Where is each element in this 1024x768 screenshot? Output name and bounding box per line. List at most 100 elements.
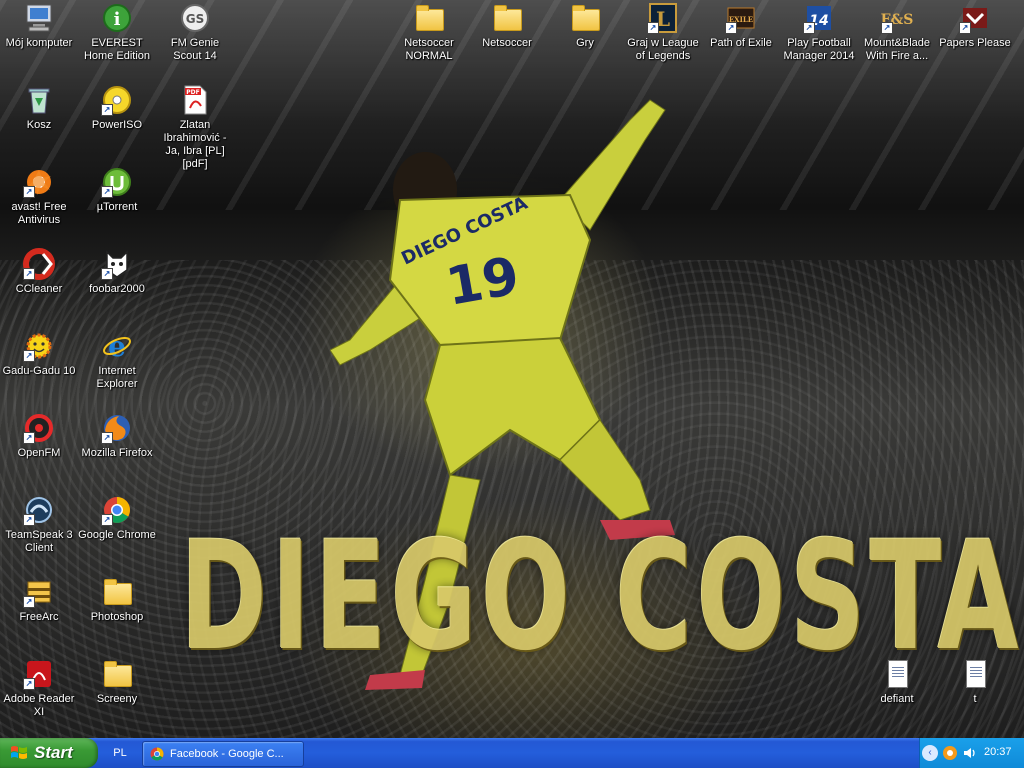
avast-icon: ↗ — [23, 166, 55, 198]
desktop-icon-label: EVEREST Home Edition — [83, 37, 151, 62]
language-indicator[interactable]: PL — [108, 744, 132, 762]
desktop-icon-teamspeak[interactable]: ↗ TeamSpeak 3 Client — [0, 494, 78, 555]
desktop-icon-google-chrome[interactable]: ↗ Google Chrome — [78, 494, 156, 542]
start-label: Start — [34, 743, 73, 762]
folder-icon — [413, 2, 445, 34]
desktop-icon-label: Netsoccer NORMAL — [404, 37, 454, 62]
papers-please-icon: ↗ — [959, 2, 991, 34]
chrome-icon — [150, 747, 164, 761]
desktop-icon-document-t[interactable]: t — [936, 658, 1014, 706]
folder-icon — [569, 2, 601, 34]
ccleaner-icon: ↗ — [23, 248, 55, 280]
desktop-icon-adobe-reader[interactable]: ↗ Adobe Reader XI — [0, 658, 78, 719]
taskbar-button-facebook-chrome[interactable]: Facebook - Google C... — [142, 741, 304, 767]
path-of-exile-icon: EXILE ↗ — [725, 2, 757, 34]
chrome-icon: ↗ — [101, 494, 133, 526]
desktop-icon-league-of-legends[interactable]: L ↗ Graj w League of Legends — [624, 2, 702, 63]
volume-icon[interactable] — [962, 745, 978, 761]
desktop-icon-fm-genie-scout[interactable]: GS FM Genie Scout 14 — [156, 2, 234, 63]
desktop-icon-poweriso[interactable]: ↗ PowerISO — [78, 84, 156, 132]
desktop-icon-ccleaner[interactable]: ↗ CCleaner — [0, 248, 78, 296]
desktop-icon-football-manager[interactable]: 14 ↗ Play Football Manager 2014 — [780, 2, 858, 63]
desktop-icon-label: OpenFM — [17, 447, 61, 459]
desktop-icon-folder-netsoccer-normal[interactable]: Netsoccer NORMAL — [390, 2, 468, 63]
desktop-icon-recycle-bin[interactable]: Kosz — [0, 84, 78, 132]
wallpaper-title-text: DIEGO COSTA — [180, 510, 1023, 684]
desktop-icon-label: Adobe Reader XI — [3, 693, 75, 718]
desktop-icon-label: t — [973, 693, 977, 705]
svg-text:e: e — [108, 330, 126, 362]
desktop-icon-label: Mozilla Firefox — [81, 447, 153, 459]
desktop-icon-folder-gry[interactable]: Gry — [546, 2, 624, 50]
desktop-icon-label: Play Football Manager 2014 — [783, 37, 855, 62]
desktop-icon-foobar2000[interactable]: ↗ foobar2000 — [78, 248, 156, 296]
desktop-icon-label: Kosz — [26, 119, 52, 131]
desktop-icon-my-computer[interactable]: Mój komputer — [0, 2, 78, 50]
taskbar-button-label: Facebook - Google C... — [170, 748, 284, 760]
league-of-legends-icon: L ↗ — [647, 2, 679, 34]
poweriso-icon: ↗ — [101, 84, 133, 116]
show-hidden-icons-button[interactable]: ‹ — [922, 745, 938, 761]
desktop-icon-label: Graj w League of Legends — [627, 37, 699, 62]
desktop-icon-folder-screeny[interactable]: Screeny — [78, 658, 156, 706]
start-button[interactable]: Start — [0, 738, 98, 768]
gadu-gadu-icon: ↗ — [23, 330, 55, 362]
desktop-icon-papers-please[interactable]: ↗ Papers Please — [936, 2, 1014, 50]
clock[interactable]: 20:37 — [984, 746, 1012, 758]
jersey-number-text: 19 — [442, 246, 524, 318]
desktop-icon-label: CCleaner — [15, 283, 63, 295]
desktop-icon-label: defiant — [880, 693, 914, 705]
desktop-icon-document-defiant[interactable]: defiant — [858, 658, 936, 706]
desktop-icon-folder-photoshop[interactable]: Photoshop — [78, 576, 156, 624]
desktop-icon-pdf-zlatan[interactable]: PDF Zlatan Ibrahimović - Ja, Ibra [PL] [… — [156, 84, 234, 171]
desktop-icon-gadu-gadu[interactable]: ↗ Gadu-Gadu 10 — [0, 330, 78, 378]
teamspeak-icon: ↗ — [23, 494, 55, 526]
desktop-icon-avast[interactable]: ↗ avast! Free Antivirus — [0, 166, 78, 227]
desktop-icon-label: Photoshop — [90, 611, 144, 623]
desktop-icon-label: Gry — [576, 37, 594, 49]
desktop-icon-everest[interactable]: i EVEREST Home Edition — [78, 2, 156, 63]
fm-genie-scout-icon: GS — [179, 2, 211, 34]
desktop-icon-label: Path of Exile — [710, 37, 772, 49]
desktop-icon-label: FreeArc — [19, 611, 59, 623]
desktop-icon-label: Screeny — [96, 693, 138, 705]
firefox-icon: ↗ — [101, 412, 133, 444]
adobe-reader-icon: ↗ — [23, 658, 55, 690]
desktop-icon-label: foobar2000 — [89, 283, 145, 295]
taskbar: Start PL Facebook - Google C... ‹ 20:37 — [0, 738, 1024, 768]
desktop-icon-label: avast! Free Antivirus — [11, 201, 67, 226]
recycle-bin-icon — [23, 84, 55, 116]
folder-icon — [101, 658, 133, 690]
desktop-icon-folder-netsoccer[interactable]: Netsoccer — [468, 2, 546, 50]
desktop-icon-internet-explorer[interactable]: e Internet Explorer — [78, 330, 156, 391]
desktop-icon-utorrent[interactable]: ↗ µTorrent — [78, 166, 156, 214]
desktop-icon-label: FM Genie Scout 14 — [170, 37, 220, 62]
foobar-icon: ↗ — [101, 248, 133, 280]
freearc-icon: ↗ — [23, 576, 55, 608]
desktop-icon-label: Gadu-Gadu 10 — [2, 365, 76, 377]
folder-icon — [101, 576, 133, 608]
text-document-icon — [881, 658, 913, 690]
desktop-icon-label: Papers Please — [939, 37, 1011, 49]
svg-text:GS: GS — [186, 12, 205, 26]
desktop-icon-label: PowerISO — [91, 119, 143, 131]
everest-icon: i — [101, 2, 133, 34]
my-computer-icon — [23, 2, 55, 34]
desktop-icon-label: Netsoccer — [482, 37, 532, 49]
desktop-icon-freearc[interactable]: ↗ FreeArc — [0, 576, 78, 624]
utorrent-icon: ↗ — [101, 166, 133, 198]
pdf-icon: PDF — [179, 84, 211, 116]
folder-icon — [491, 2, 523, 34]
desktop-icon-path-of-exile[interactable]: EXILE ↗ Path of Exile — [702, 2, 780, 50]
football-manager-icon: 14 ↗ — [803, 2, 835, 34]
svg-text:i: i — [114, 9, 121, 30]
desktop-icon-label: TeamSpeak 3 Client — [5, 529, 73, 554]
mount-blade-icon: F&S ↗ — [881, 12, 913, 34]
desktop-icon-firefox[interactable]: ↗ Mozilla Firefox — [78, 412, 156, 460]
text-document-icon — [959, 658, 991, 690]
tray-app-icon[interactable] — [942, 745, 958, 761]
desktop-icon-label: Google Chrome — [78, 529, 156, 541]
desktop[interactable]: DIEGO COSTA 19 DIEGO COSTA Mój komputer … — [0, 0, 1024, 738]
desktop-icon-openfm[interactable]: ↗ OpenFM — [0, 412, 78, 460]
desktop-icon-mount-blade[interactable]: F&S ↗ Mount&Blade With Fire a... — [858, 2, 936, 63]
